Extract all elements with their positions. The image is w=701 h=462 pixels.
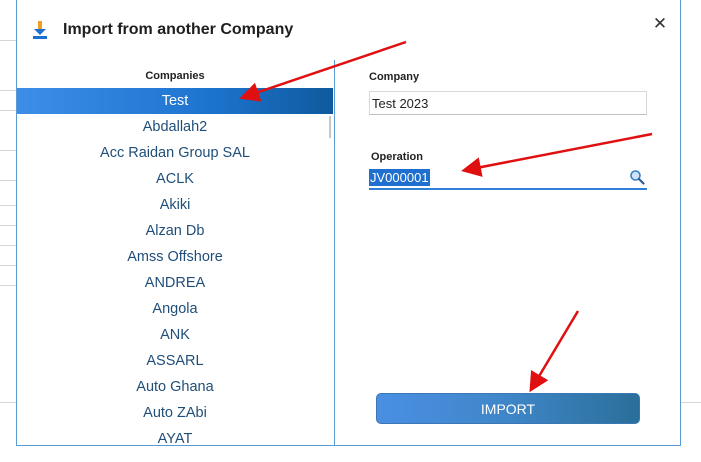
background-line	[0, 180, 16, 181]
close-button[interactable]: ✕	[650, 14, 670, 34]
import-button[interactable]: IMPORT	[376, 393, 640, 424]
list-item[interactable]: Auto Ghana	[17, 374, 333, 400]
background-line	[0, 225, 16, 226]
list-item[interactable]: AYAT	[17, 426, 333, 446]
background-line	[0, 90, 16, 91]
background-line	[0, 205, 16, 206]
list-item[interactable]: Amss Offshore	[17, 244, 333, 270]
background-line	[0, 40, 16, 41]
background-line	[0, 245, 16, 246]
companies-header: Companies	[145, 70, 205, 82]
company-field[interactable]: Test 2023	[369, 91, 647, 115]
list-item[interactable]: Abdallah2	[17, 114, 333, 140]
search-icon[interactable]	[629, 169, 645, 185]
list-item[interactable]: Acc Raidan Group SAL	[17, 140, 333, 166]
operation-value[interactable]: JV000001	[369, 169, 430, 186]
list-item[interactable]: ANDREA	[17, 270, 333, 296]
background-line	[0, 110, 16, 111]
download-icon	[31, 20, 49, 40]
import-dialog: Import from another Company ✕ Companies …	[16, 0, 681, 446]
list-item[interactable]: Akiki	[17, 192, 333, 218]
operation-field[interactable]: JV000001	[369, 166, 647, 190]
list-item[interactable]: Alzan Db	[17, 218, 333, 244]
list-item[interactable]: Auto ZAbi	[17, 400, 333, 426]
companies-list[interactable]: Test Abdallah2 Acc Raidan Group SAL ACLK Aki…	[17, 88, 333, 446]
dialog-title: Import from another Company	[63, 21, 294, 38]
list-item[interactable]: Angola	[17, 296, 333, 322]
background-line	[0, 150, 16, 151]
operation-label: Operation	[371, 151, 423, 163]
list-scrollbar[interactable]	[329, 116, 331, 138]
background-line	[0, 285, 16, 286]
list-item-selected[interactable]: Test	[17, 88, 333, 114]
companies-panel: Companies Test Abdallah2 Acc Raidan Group …	[17, 60, 335, 446]
list-item[interactable]: ASSARL	[17, 348, 333, 374]
list-item[interactable]: ACLK	[17, 166, 333, 192]
list-item[interactable]: ANK	[17, 322, 333, 348]
details-panel: Company Test 2023 Operation JV000001 IMP…	[336, 60, 680, 446]
company-label: Company	[369, 71, 420, 83]
background-line	[0, 265, 16, 266]
close-icon: ✕	[652, 14, 668, 33]
dialog-titlebar: Import from another Company ✕	[17, 0, 680, 60]
